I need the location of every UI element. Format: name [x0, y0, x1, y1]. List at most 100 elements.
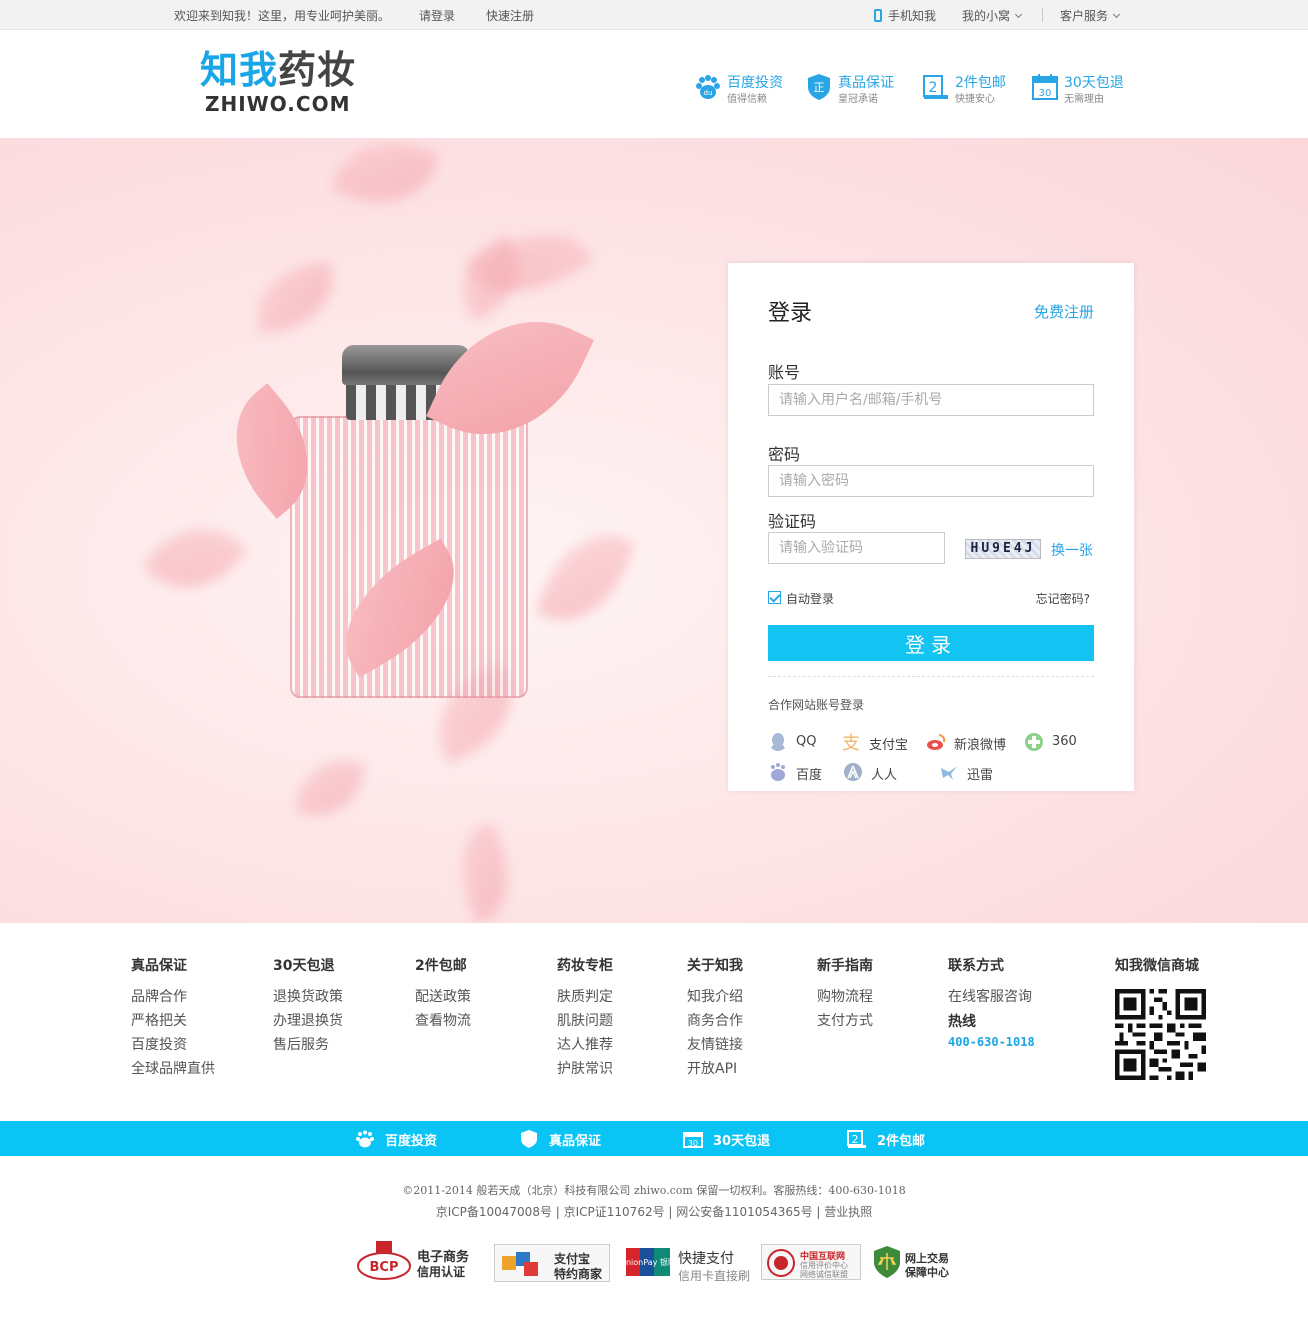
password-input[interactable] [768, 465, 1094, 497]
svg-text:30: 30 [688, 1139, 698, 1148]
footer-link[interactable]: 配送政策 [415, 985, 471, 1009]
customer-service-menu[interactable]: 客户服务 [1060, 7, 1121, 24]
footer-link[interactable]: 百度投资 [131, 1033, 215, 1057]
footer-column-title: 联系方式 [948, 958, 1004, 974]
forgot-password-link[interactable]: 忘记密码? [1036, 590, 1090, 607]
renren-icon [844, 763, 862, 781]
cert-cnnic[interactable]: 中国互联网 信用评价中心 网络诚信联盟 [761, 1238, 861, 1284]
footer-column: 联系方式 在线客服咨询 热线 400-630-1018 [948, 955, 1035, 1049]
footer-link[interactable]: 办理退换货 [273, 1009, 343, 1033]
cert-sub: 信用认证 [417, 1265, 466, 1279]
header: 知我药妆 ZHIWO.COM du 百度投资 值得信赖 正 真品保证 皇冠承诺 … [0, 31, 1308, 138]
petal-image [446, 822, 524, 923]
social-label: 支付宝 [869, 738, 909, 753]
footer-column: 药妆专柜 肤质判定 肌肤问题 达人推荐 护肤常识 [557, 955, 613, 1081]
footer-link[interactable]: 达人推荐 [557, 1033, 613, 1057]
weibo-icon [927, 734, 946, 750]
baidu-icon [771, 763, 785, 781]
my-home-menu[interactable]: 我的小窝 [962, 7, 1023, 24]
cert-alipay[interactable]: 支付宝 特约商家 [494, 1238, 610, 1284]
captcha-input[interactable] [768, 532, 945, 564]
footer-column: 关于知我 知我介绍 商务合作 友情链接 开放API [687, 955, 743, 1081]
social-label: 360 [1052, 734, 1077, 749]
mobile-link-label: 手机知我 [888, 9, 937, 23]
footer-link[interactable]: 友情链接 [687, 1033, 743, 1057]
footer-link[interactable]: 退换货政策 [273, 985, 343, 1009]
shield-icon [521, 1130, 537, 1148]
cnnic-seal-icon [767, 1249, 795, 1277]
strip-label: 真品保证 [549, 1134, 602, 1149]
chevron-down-icon [1112, 10, 1121, 19]
svg-text:2: 2 [852, 1133, 859, 1146]
footer-column-title: 30天包退 [273, 958, 335, 974]
login-button[interactable]: 登录 [768, 625, 1094, 661]
petal-image [330, 138, 440, 222]
footer-column: 真品保证 品牌合作 严格把关 百度投资 全球品牌直供 [131, 955, 215, 1081]
footer-link[interactable]: 严格把关 [131, 1009, 215, 1033]
logo[interactable]: 知我药妆 [200, 51, 356, 89]
qq-icon [771, 733, 785, 751]
hotline-number: 400-630-1018 [948, 1035, 1035, 1049]
delivery-icon: 2 [923, 75, 948, 99]
footer-column: 新手指南 购物流程 支付方式 [817, 955, 873, 1033]
social-label: 迅雷 [967, 768, 994, 783]
footer-link[interactable]: 知我介绍 [687, 985, 743, 1009]
baidu-paw-icon [356, 1130, 374, 1148]
footer-link[interactable]: 商务合作 [687, 1009, 743, 1033]
social-label: 新浪微博 [954, 738, 1007, 753]
footer-column: 2件包邮 配送政策 查看物流 [415, 955, 471, 1033]
account-input[interactable] [768, 384, 1094, 416]
cert-trade[interactable]: 网上交易 保障中心 [873, 1238, 953, 1284]
strip-label: 2件包邮 [877, 1134, 926, 1149]
copyright-line: ©2011-2014 般若天成（北京）科技有限公司 zhiwo.com 保留一切… [402, 1184, 906, 1197]
qr-code-image [1115, 989, 1206, 1080]
auto-login-label[interactable]: 自动登录 [786, 590, 834, 607]
footer-link[interactable]: 品牌合作 [131, 985, 215, 1009]
free-register-link[interactable]: 免费注册 [1034, 301, 1094, 322]
welcome-text: 欢迎来到知我！这里，用专业呵护美丽。 [174, 9, 391, 23]
hotline-label: 热线 [948, 1014, 976, 1030]
social-label: 百度 [796, 768, 823, 783]
cert-unionpay[interactable]: UnionPay 银联 快捷支付 信用卡直接刷 [626, 1238, 751, 1284]
footer-column-title: 药妆专柜 [557, 958, 613, 974]
svg-text:du: du [704, 89, 713, 97]
promo-title: 真品保证 [838, 75, 894, 91]
footer-link[interactable]: 开放API [687, 1057, 743, 1081]
unionpay-badge-text: UnionPay 银联 [626, 1257, 670, 1267]
trade-shield-icon [874, 1246, 900, 1278]
cert-sub: 信用评价中心 网络诚信联盟 [800, 1261, 848, 1279]
promo-sub: 无需理由 [1064, 94, 1104, 105]
wechat-title: 知我微信商城 [1115, 958, 1199, 974]
cert-sub: 信用卡直接刷 [678, 1269, 751, 1283]
svg-text:正: 正 [814, 81, 825, 94]
bcp-badge-icon: BCP [357, 1241, 411, 1280]
bcp-badge-text: BCP [370, 1260, 399, 1275]
xunlei-icon [941, 766, 957, 780]
delivery-icon: 2 [847, 1130, 866, 1148]
captcha-image[interactable]: HU9E4J [965, 539, 1041, 559]
footer-link[interactable]: 护肤常识 [557, 1057, 613, 1081]
login-link[interactable]: 请登录 [419, 7, 455, 24]
footer-link[interactable]: 全球品牌直供 [131, 1057, 215, 1081]
footer-link[interactable]: 支付方式 [817, 1009, 873, 1033]
svg-text:2: 2 [929, 80, 938, 96]
footer-link[interactable]: 售后服务 [273, 1033, 343, 1057]
cert-sub: 特约商家 [554, 1267, 603, 1281]
my-home-label: 我的小窝 [962, 9, 1011, 23]
svg-text:30: 30 [1039, 88, 1052, 99]
refresh-captcha-link[interactable]: 换一张 [1051, 540, 1093, 560]
register-link[interactable]: 快速注册 [486, 7, 534, 24]
footer-link[interactable]: 查看物流 [415, 1009, 471, 1033]
footer-link[interactable]: 肌肤问题 [557, 1009, 613, 1033]
license-line[interactable]: 京ICP备10047008号 | 京ICP证110762号 | 网公安备1101… [0, 1203, 1308, 1220]
footer-link[interactable]: 购物流程 [817, 985, 873, 1009]
auto-login-checkbox[interactable] [768, 591, 781, 604]
cert-bcp[interactable]: BCP 电子商务 信用认证 [357, 1238, 477, 1284]
footer-link[interactable]: 在线客服咨询 [948, 985, 1035, 1009]
petal-image [535, 519, 635, 637]
partner-login-label: 合作网站账号登录 [768, 698, 865, 712]
footer-link[interactable]: 肤质判定 [557, 985, 613, 1009]
mobile-link[interactable]: 手机知我 [874, 7, 936, 24]
customer-service-label: 客户服务 [1060, 9, 1109, 23]
login-title: 登录 [768, 301, 813, 326]
